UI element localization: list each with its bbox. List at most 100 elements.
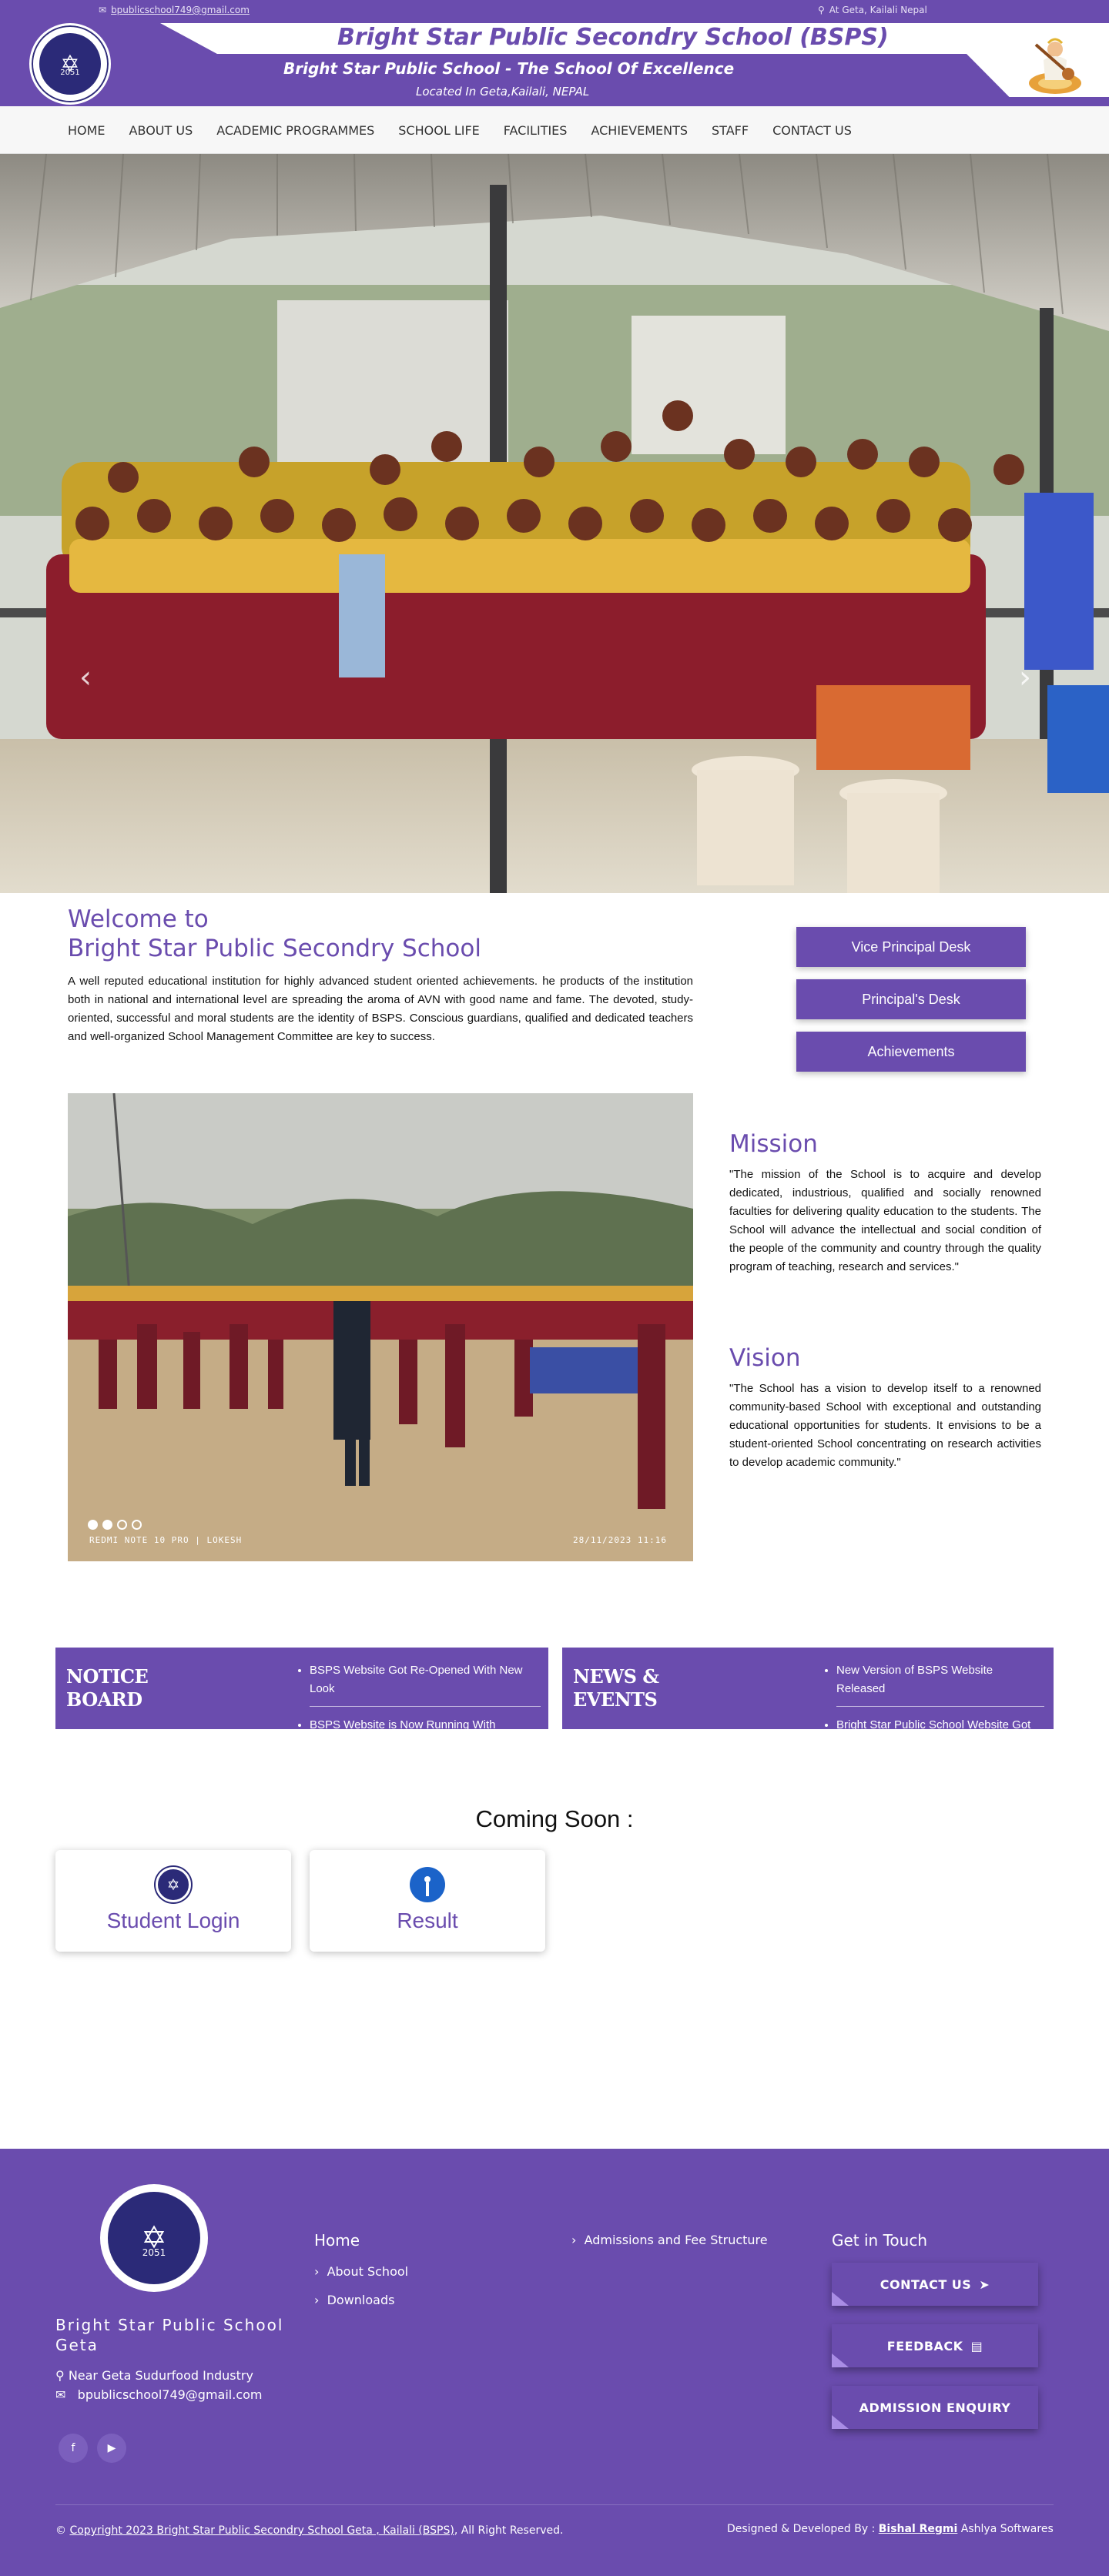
- vision-section: Vision "The School has a vision to devel…: [729, 1343, 1041, 1472]
- footer-link-downloads[interactable]: › Downloads: [314, 2293, 394, 2307]
- title-banner: Bright Star Public Secondry School (BSPS…: [160, 23, 1109, 54]
- copyright-prefix: ©: [55, 2524, 70, 2537]
- news-label-line-1: NEWS &: [573, 1665, 659, 1688]
- notice-item[interactable]: BSPS Website is Now Running With: [310, 1716, 541, 1729]
- topbar-location-text: At Geta, Kailali Nepal: [829, 5, 927, 15]
- chevron-right-icon: ›: [314, 2264, 327, 2279]
- footer-link-about-school-label: About School: [327, 2264, 409, 2279]
- nav-item-academic-programmes[interactable]: ACADEMIC PROGRAMMES: [216, 123, 374, 138]
- nav-item-staff[interactable]: STAFF: [712, 123, 749, 138]
- hero-carousel[interactable]: ‹ ›: [0, 154, 1109, 893]
- nav-item-contact-us[interactable]: CONTACT US: [772, 123, 852, 138]
- news-item[interactable]: New Version of BSPS Website Released: [836, 1661, 1044, 1707]
- sports-ground-photo: [68, 1093, 693, 1561]
- carousel-dot[interactable]: [102, 1520, 112, 1530]
- feedback-button[interactable]: FEEDBACK ▤: [832, 2324, 1038, 2367]
- main-nav: HOME ABOUT US ACADEMIC PROGRAMMES SCHOOL…: [0, 106, 1109, 154]
- nav-item-about-us[interactable]: ABOUT US: [129, 123, 193, 138]
- school-logo-icon: ✡: [156, 1867, 191, 1902]
- nav-item-school-life[interactable]: SCHOOL LIFE: [398, 123, 480, 138]
- footer-address: ⚲ Near Geta Sudurfood Industry: [55, 2368, 253, 2383]
- result-info-icon: [410, 1867, 445, 1902]
- vision-title: Vision: [729, 1344, 801, 1372]
- star-of-david-icon: ✡: [108, 2192, 200, 2284]
- welcome-section: Welcome to Bright Star Public Secondry S…: [68, 905, 693, 1046]
- news-board-label: NEWS & EVENTS: [573, 1665, 659, 1711]
- carousel-dots: [88, 1520, 142, 1530]
- nav-item-facilities[interactable]: FACILITIES: [504, 123, 568, 138]
- carousel-prev-icon[interactable]: ‹: [74, 662, 97, 693]
- comment-icon: ▤: [970, 2338, 983, 2354]
- mission-section: Mission "The mission of the School is to…: [729, 1129, 1041, 1276]
- welcome-line-2: Bright Star Public Secondry School: [68, 935, 481, 962]
- activity-photo-carousel[interactable]: REDMI NOTE 10 PRO | LOKESH 28/11/2023 11…: [68, 1093, 693, 1561]
- site-title: Bright Star Public Secondry School (BSPS…: [337, 24, 889, 51]
- footer-link-downloads-label: Downloads: [327, 2293, 395, 2307]
- photo-watermark-datetime: 28/11/2023 11:16: [573, 1535, 667, 1545]
- carousel-dot[interactable]: [117, 1520, 127, 1530]
- nav-list: HOME ABOUT US ACADEMIC PROGRAMMES SCHOOL…: [68, 123, 852, 138]
- news-label-line-2: EVENTS: [573, 1688, 658, 1711]
- footer-link-admissions[interactable]: › Admissions and Fee Structure: [571, 2233, 768, 2247]
- map-pin-icon: ⚲: [818, 5, 825, 15]
- topbar-location: ⚲ At Geta, Kailali Nepal: [818, 5, 927, 15]
- topbar-email-text[interactable]: bpublicschool749@gmail.com: [111, 5, 250, 15]
- footer-address-text: Near Geta Sudurfood Industry: [68, 2368, 253, 2383]
- youtube-icon[interactable]: ▶: [97, 2434, 126, 2463]
- carousel-dot[interactable]: [132, 1520, 142, 1530]
- footer-col-home-title[interactable]: Home: [314, 2231, 360, 2250]
- admission-enquiry-button[interactable]: ADMISSION ENQUIRY: [832, 2386, 1038, 2429]
- button-corner-accent: [832, 2354, 849, 2367]
- chevron-right-icon: ›: [314, 2293, 327, 2307]
- news-events-board: NEWS & EVENTS New Version of BSPS Websit…: [562, 1648, 1054, 1729]
- envelope-icon: ✉: [99, 5, 107, 15]
- contact-us-button[interactable]: CONTACT US ➤: [832, 2263, 1038, 2306]
- notice-board-label: NOTICE BOARD: [66, 1665, 149, 1711]
- coming-soon-heading: Coming Soon :: [475, 1805, 634, 1832]
- copyright-link[interactable]: Copyright 2023 Bright Star Public Second…: [69, 2524, 454, 2537]
- facebook-icon[interactable]: f: [59, 2434, 88, 2463]
- result-card[interactable]: Result: [310, 1850, 545, 1952]
- star-of-david-icon: ✡: [39, 33, 101, 95]
- copyright-suffix: , All Right Reserved.: [454, 2524, 564, 2537]
- notice-label-line-2: BOARD: [66, 1688, 142, 1711]
- footer-link-about-school[interactable]: › About School: [314, 2264, 408, 2279]
- nav-item-home[interactable]: HOME: [68, 123, 106, 138]
- vice-principal-desk-button[interactable]: Vice Principal Desk: [796, 927, 1026, 967]
- achievements-button[interactable]: Achievements: [796, 1032, 1026, 1072]
- news-list: New Version of BSPS Website Released Bri…: [836, 1661, 1044, 1729]
- notice-item[interactable]: BSPS Website Got Re-Opened With New Look: [310, 1661, 541, 1707]
- carousel-next-icon[interactable]: ›: [1014, 662, 1037, 693]
- envelope-icon: ✉: [55, 2387, 78, 2402]
- notice-list: BSPS Website Got Re-Opened With New Look…: [310, 1661, 541, 1729]
- nav-item-achievements[interactable]: ACHIEVEMENTS: [591, 123, 688, 138]
- footer-email-text[interactable]: bpublicschool749@gmail.com: [78, 2387, 263, 2402]
- topbar-email[interactable]: ✉ bpublicschool749@gmail.com: [99, 5, 250, 15]
- footer-email[interactable]: ✉ bpublicschool749@gmail.com: [55, 2387, 263, 2402]
- carousel-dot[interactable]: [88, 1520, 98, 1530]
- button-corner-accent: [832, 2415, 849, 2429]
- principals-desk-button[interactable]: Principal's Desk: [796, 979, 1026, 1019]
- send-icon: ➤: [979, 2277, 990, 2292]
- news-item[interactable]: Bright Star Public School Website Got: [836, 1716, 1044, 1729]
- school-logo[interactable]: ✡ 2051: [29, 23, 111, 105]
- photo-watermark-device: REDMI NOTE 10 PRO | LOKESH: [89, 1535, 243, 1545]
- button-corner-accent: [832, 2292, 849, 2306]
- dev-suffix: Ashlya Softwares: [957, 2523, 1054, 2535]
- site-subtitle: Bright Star Public School - The School O…: [283, 59, 735, 78]
- welcome-text: A well reputed educational institution f…: [68, 975, 693, 1043]
- admission-enquiry-button-label: ADMISSION ENQUIRY: [859, 2400, 1011, 2415]
- saraswati-emblem-icon: [1029, 38, 1081, 94]
- footer-school-name: Bright Star Public School Geta: [55, 2316, 284, 2354]
- developer-name-link[interactable]: Bishal Regmi: [879, 2523, 958, 2535]
- student-login-card[interactable]: ✡ Student Login: [55, 1850, 291, 1952]
- logo-year: 2051: [60, 69, 80, 77]
- notice-label-line-1: NOTICE: [66, 1665, 149, 1688]
- footer-divider: [55, 2504, 1054, 2505]
- top-bar: ✉ bpublicschool749@gmail.com ⚲ At Geta, …: [0, 0, 1109, 22]
- contact-us-button-label: CONTACT US: [879, 2277, 972, 2292]
- footer-link-admissions-label: Admissions and Fee Structure: [584, 2233, 768, 2247]
- mission-text: "The mission of the School is to acquire…: [729, 1168, 1041, 1273]
- footer-logo[interactable]: ✡ 2051: [100, 2184, 208, 2292]
- chevron-right-icon: ›: [571, 2233, 585, 2247]
